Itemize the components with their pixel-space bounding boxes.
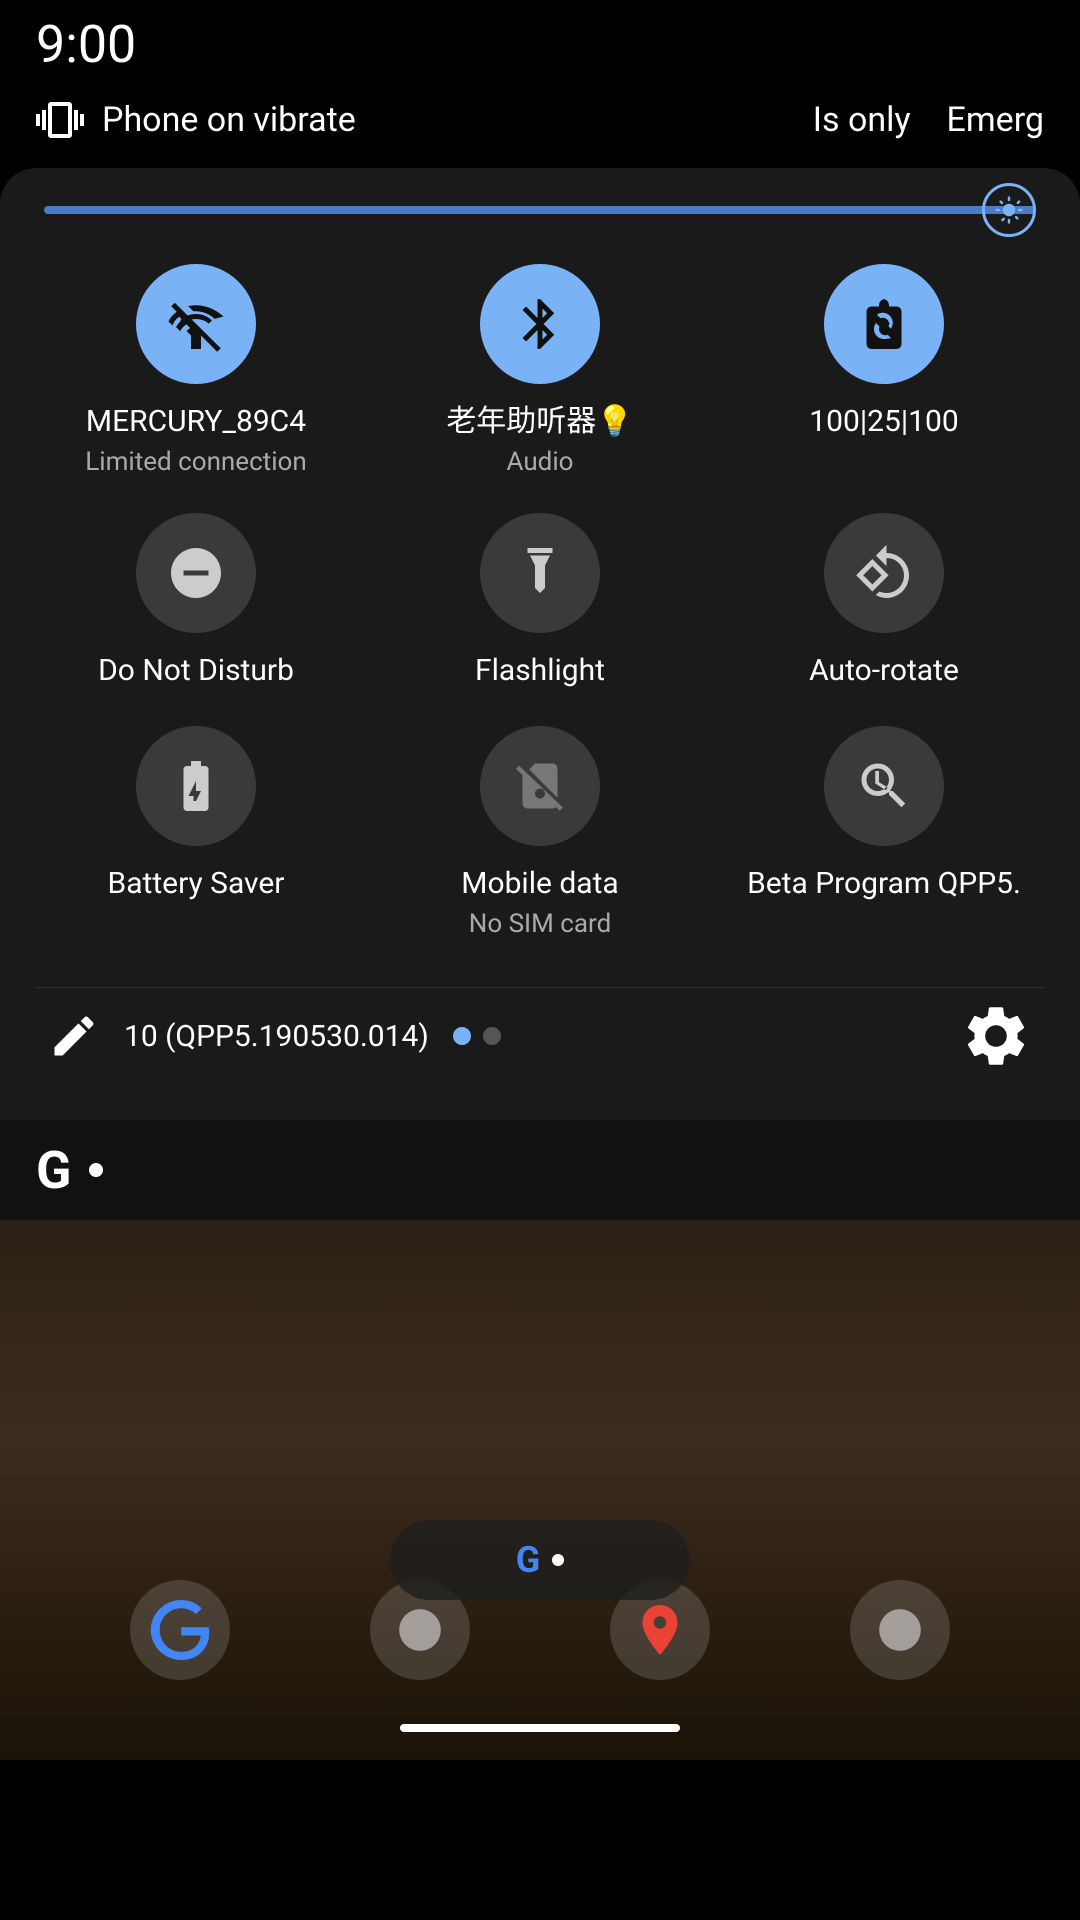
autorotate-tile-label: Auto-rotate [809, 651, 959, 690]
tile-autorotate[interactable]: Auto-rotate [724, 513, 1044, 690]
edit-icon[interactable] [48, 1010, 100, 1062]
mobile-data-tile-sublabel: No SIM card [469, 909, 611, 939]
brightness-track [44, 206, 1036, 214]
tile-battery-saver[interactable]: Battery Saver [36, 726, 356, 939]
bluetooth-tile-sublabel: Audio [507, 447, 574, 477]
quick-settings-panel: MERCURY_89C4 Limited connection 老年助听器💡 A… [0, 168, 1080, 1120]
home-google-search-bar[interactable]: G [390, 1520, 690, 1600]
qs-bottom-left: 10 (QPP5.190530.014) [48, 1010, 501, 1062]
settings-icon[interactable] [960, 1000, 1032, 1072]
autorotate-icon-bg [824, 513, 944, 633]
brightness-row[interactable] [36, 204, 1044, 216]
battery-saver-tile-label: Battery Saver [108, 864, 285, 903]
tile-bluetooth[interactable]: 老年助听器💡 Audio [380, 264, 700, 477]
vibrate-icon [36, 96, 84, 144]
brightness-thumb [982, 183, 1036, 237]
beta-program-icon-bg [824, 726, 944, 846]
brightness-sun-icon [994, 195, 1024, 225]
search-off-icon [854, 756, 914, 816]
dock-icon-2-glyph [395, 1605, 445, 1655]
notification-left: Phone on vibrate [36, 96, 356, 144]
page-dot-2 [483, 1027, 501, 1045]
dock-icon-4-glyph [875, 1605, 925, 1655]
wifi-tile-label: MERCURY_89C4 [86, 402, 306, 441]
tiles-grid: MERCURY_89C4 Limited connection 老年助听器💡 A… [36, 264, 1044, 939]
home-nav-bar [400, 1724, 680, 1732]
tile-flashlight[interactable]: Flashlight [380, 513, 700, 690]
bluetooth-tile-label: 老年助听器💡 [446, 402, 633, 441]
tile-wifi[interactable]: MERCURY_89C4 Limited connection [36, 264, 356, 477]
google-bar[interactable]: G [0, 1120, 1080, 1220]
no-sim-icon [510, 756, 570, 816]
vibrate-label: Phone on vibrate [102, 100, 356, 140]
mobile-data-icon-bg [480, 726, 600, 846]
maps-icon [630, 1600, 690, 1660]
is-only-label: Is only [813, 100, 911, 140]
mobile-data-tile-label: Mobile data [461, 864, 618, 903]
dock-icon-4[interactable] [850, 1580, 950, 1680]
dnd-icon-bg [136, 513, 256, 633]
beta-program-tile-label: Beta Program QPP5. [747, 864, 1021, 903]
bluetooth-icon-bg [480, 264, 600, 384]
wifi-tile-sublabel: Limited connection [85, 447, 306, 477]
tile-mobile-data[interactable]: Mobile data No SIM card [380, 726, 700, 939]
google-dot [89, 1163, 103, 1177]
flashlight-icon-bg [480, 513, 600, 633]
home-google-mic-dot [552, 1554, 564, 1566]
status-bar: 9:00 [0, 0, 1080, 80]
battery-share-icon-bg [824, 264, 944, 384]
tile-beta-program[interactable]: Beta Program QPP5. [724, 726, 1044, 939]
notification-bar: Phone on vibrate Is only Emerg [0, 80, 1080, 160]
notification-right: Is only Emerg [813, 100, 1044, 140]
home-g-label: G [516, 1539, 541, 1581]
page-indicator [453, 1027, 501, 1045]
flashlight-tile-label: Flashlight [475, 651, 605, 690]
battery-saver-icon-bg [136, 726, 256, 846]
google-g-label: G [36, 1140, 71, 1201]
google-search-icon [150, 1600, 210, 1660]
battery-share-icon [854, 294, 914, 354]
battery-share-tile-label: 100|25|100 [809, 402, 959, 441]
autorotate-icon [854, 543, 914, 603]
wifi-icon-bg [136, 264, 256, 384]
dock-icon-google[interactable] [130, 1580, 230, 1680]
home-area: G [0, 1220, 1080, 1760]
dnd-tile-label: Do Not Disturb [98, 651, 294, 690]
bluetooth-icon [510, 294, 570, 354]
battery-saver-icon [166, 756, 226, 816]
brightness-slider[interactable] [44, 204, 1036, 216]
wifi-x-icon [166, 294, 226, 354]
dnd-icon [166, 543, 226, 603]
tile-dnd[interactable]: Do Not Disturb [36, 513, 356, 690]
emergency-label: Emerg [947, 100, 1044, 140]
qs-bottom-bar: 10 (QPP5.190530.014) [36, 987, 1044, 1084]
flashlight-icon [510, 543, 570, 603]
version-text: 10 (QPP5.190530.014) [124, 1019, 429, 1054]
page-dot-1 [453, 1027, 471, 1045]
tile-battery-share[interactable]: 100|25|100 [724, 264, 1044, 477]
status-time: 9:00 [36, 14, 136, 75]
